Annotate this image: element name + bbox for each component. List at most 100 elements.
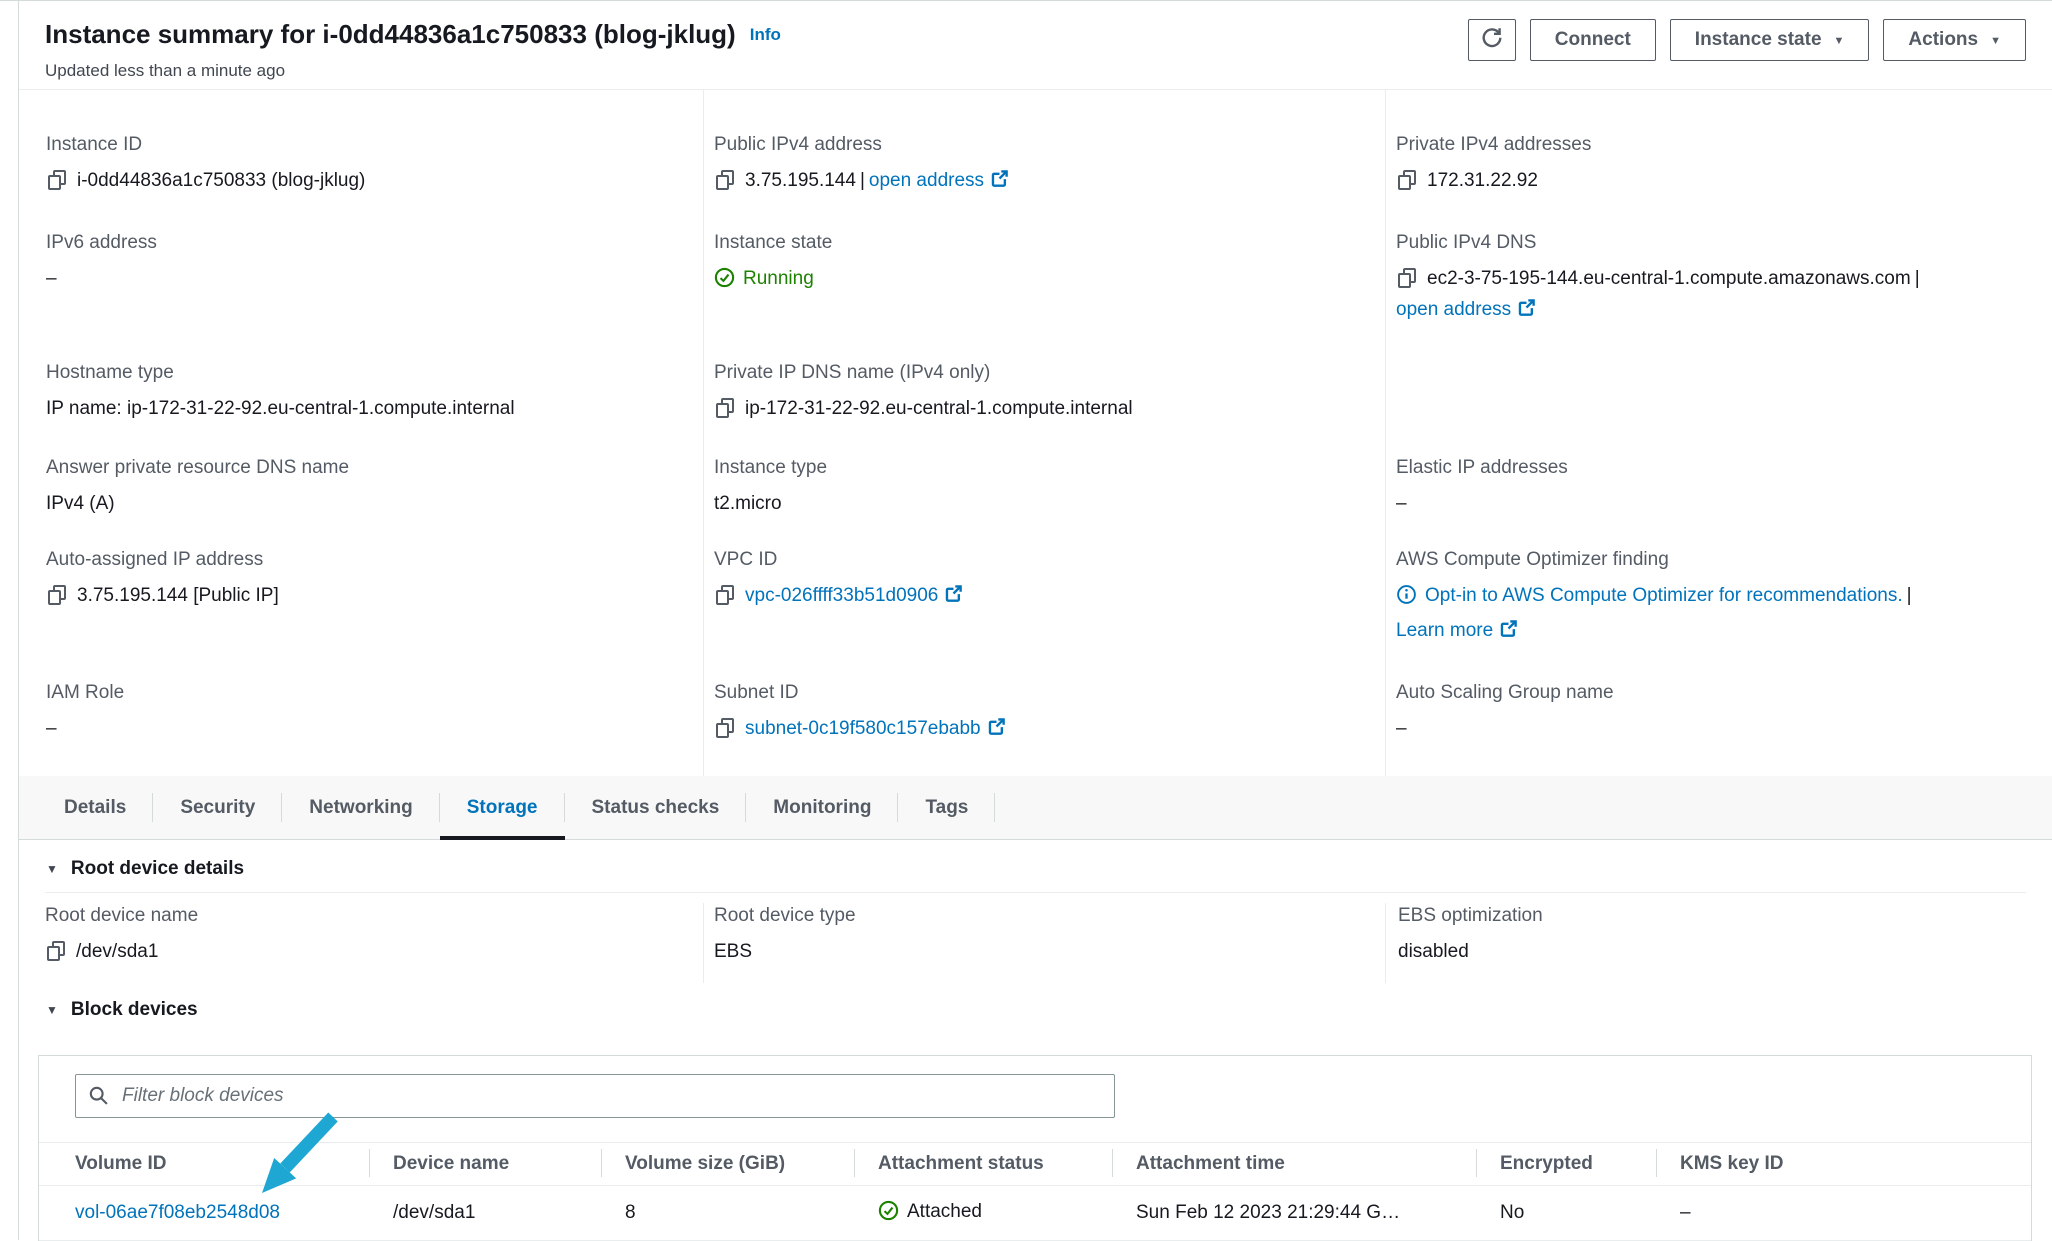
asg-name-value: –	[1396, 713, 2028, 744]
elastic-ip-value: –	[1396, 488, 2028, 519]
block-devices-panel: Volume ID Device name Volume size (GiB) …	[38, 1055, 2032, 1241]
tab-details[interactable]: Details	[45, 776, 153, 839]
attachment-time-cell: Sun Feb 12 2023 21:29:44 G…	[1112, 1202, 1476, 1224]
tab-networking[interactable]: Networking	[282, 776, 439, 839]
search-icon	[88, 1085, 109, 1111]
tab-security[interactable]: Security	[153, 776, 282, 839]
block-devices-header[interactable]: ▼ Block devices	[45, 983, 2026, 1033]
field-private-ipv4: Private IPv4 addresses 172.31.22.92	[1396, 132, 2028, 230]
ipv6-value: –	[46, 263, 679, 294]
private-dns-value: ip-172-31-22-92.eu-central-1.compute.int…	[745, 398, 1133, 419]
field-compute-optimizer: AWS Compute Optimizer finding Opt-in to …	[1396, 547, 2028, 680]
instance-summary-grid: Instance ID i-0dd44836a1c750833 (blog-jk…	[19, 90, 2052, 776]
root-device-details-header[interactable]: ▼ Root device details	[45, 840, 2026, 893]
external-link-icon	[990, 167, 1009, 198]
actions-dropdown[interactable]: Actions▼	[1883, 19, 2026, 61]
field-label: Instance ID	[46, 132, 679, 158]
page-title: Instance summary for i-0dd44836a1c750833…	[45, 17, 781, 55]
instance-tabs: Details Security Networking Storage Stat…	[19, 776, 2052, 840]
field-label: Subnet ID	[714, 680, 1361, 706]
ebs-optimization-value: disabled	[1398, 936, 2026, 967]
field-label: AWS Compute Optimizer finding	[1396, 547, 2028, 573]
field-label: Root device name	[45, 903, 703, 929]
pipe-separator: |	[856, 170, 869, 191]
collapse-triangle-icon: ▼	[46, 862, 58, 876]
copy-icon[interactable]	[714, 397, 735, 418]
field-ebs-optimization: EBS optimization disabled	[1385, 903, 2026, 983]
root-device-name-value: /dev/sda1	[76, 941, 158, 962]
hostname-type-value: IP name: ip-172-31-22-92.eu-central-1.co…	[46, 393, 679, 424]
field-asg-name: Auto Scaling Group name –	[1396, 680, 2028, 776]
public-dns-value: ec2-3-75-195-144.eu-central-1.compute.am…	[1427, 268, 1911, 289]
field-label: Root device type	[714, 903, 1385, 929]
field-label: EBS optimization	[1398, 903, 2026, 929]
field-hostname-type: Hostname type IP name: ip-172-31-22-92.e…	[46, 360, 679, 455]
header-actions: Connect Instance state ▼ Actions▼	[1468, 19, 2026, 61]
attachment-status-value: Attached	[907, 1201, 982, 1222]
caret-down-icon: ▼	[1990, 36, 2001, 47]
vpc-id-link[interactable]: vpc-026ffff33b51d0906	[745, 585, 938, 606]
copy-icon[interactable]	[1396, 267, 1417, 288]
copy-icon[interactable]	[714, 584, 735, 605]
refresh-icon	[1480, 25, 1504, 55]
field-label: Private IPv4 addresses	[1396, 132, 2028, 158]
copy-icon[interactable]	[1396, 169, 1417, 190]
field-elastic-ip: Elastic IP addresses –	[1396, 455, 2028, 547]
copy-icon[interactable]	[45, 940, 66, 961]
field-label: Auto-assigned IP address	[46, 547, 679, 573]
field-private-dns: Private IP DNS name (IPv4 only) ip-172-3…	[714, 360, 1361, 455]
block-devices-table-header: Volume ID Device name Volume size (GiB) …	[39, 1142, 2031, 1186]
info-link[interactable]: Info	[750, 25, 781, 44]
table-row: vol-06ae7f08eb2548d08 /dev/sda1 8 Attach…	[39, 1186, 2031, 1241]
connect-button[interactable]: Connect	[1530, 19, 1656, 61]
field-label: Instance type	[714, 455, 1361, 481]
info-circle-icon	[1396, 584, 1417, 615]
field-label: Answer private resource DNS name	[46, 455, 679, 481]
field-public-dns: Public IPv4 DNS ec2-3-75-195-144.eu-cent…	[1396, 230, 2028, 360]
external-link-icon	[944, 582, 963, 613]
summary-column-2: Public IPv4 address 3.75.195.144|open ad…	[703, 90, 1385, 776]
field-label: IPv6 address	[46, 230, 679, 256]
instance-state-value: Running	[743, 268, 814, 289]
copy-icon[interactable]	[714, 717, 735, 738]
pipe-separator: |	[1903, 585, 1916, 606]
field-answer-dns: Answer private resource DNS name IPv4 (A…	[46, 455, 679, 547]
volume-size-cell: 8	[601, 1202, 854, 1224]
volume-id-link[interactable]: vol-06ae7f08eb2548d08	[75, 1202, 280, 1223]
tab-storage[interactable]: Storage	[440, 776, 565, 839]
open-address-link[interactable]: open address	[869, 170, 984, 191]
root-device-grid: Root device name /dev/sda1 Root device t…	[45, 893, 2026, 983]
external-link-icon	[1517, 296, 1536, 327]
copy-icon[interactable]	[46, 584, 67, 605]
instance-state-dropdown[interactable]: Instance state ▼	[1670, 19, 1870, 61]
refresh-button[interactable]	[1468, 19, 1516, 61]
external-link-icon	[987, 715, 1006, 746]
learn-more-link[interactable]: Learn more	[1396, 620, 1493, 641]
subnet-id-link[interactable]: subnet-0c19f580c157ebabb	[745, 718, 981, 739]
root-device-type-value: EBS	[714, 936, 1385, 967]
field-empty	[1396, 360, 2028, 455]
copy-icon[interactable]	[714, 169, 735, 190]
tab-status-checks[interactable]: Status checks	[565, 776, 747, 839]
caret-down-icon: ▼	[1834, 36, 1845, 47]
instance-state-label: Instance state	[1695, 29, 1822, 51]
tab-monitoring[interactable]: Monitoring	[746, 776, 898, 839]
kms-key-id-cell: –	[1656, 1202, 2031, 1224]
field-instance-state: Instance state Running	[714, 230, 1361, 360]
tab-tags[interactable]: Tags	[898, 776, 995, 839]
column-header-attachment-time: Attachment time	[1112, 1153, 1476, 1175]
field-instance-id: Instance ID i-0dd44836a1c750833 (blog-jk…	[46, 132, 679, 230]
field-label: Public IPv4 DNS	[1396, 230, 2028, 256]
filter-container	[75, 1074, 1115, 1118]
open-address-link[interactable]: open address	[1396, 299, 1511, 320]
filter-block-devices-input[interactable]	[75, 1074, 1115, 1118]
compute-optimizer-opt-in-link[interactable]: Opt-in to AWS Compute Optimizer for reco…	[1425, 585, 1903, 606]
field-instance-type: Instance type t2.micro	[714, 455, 1361, 547]
updated-timestamp: Updated less than a minute ago	[45, 60, 781, 82]
field-public-ipv4: Public IPv4 address 3.75.195.144|open ad…	[714, 132, 1361, 230]
copy-icon[interactable]	[46, 169, 67, 190]
field-label: Hostname type	[46, 360, 679, 386]
field-label: Private IP DNS name (IPv4 only)	[714, 360, 1361, 386]
iam-role-value: –	[46, 713, 679, 744]
field-label: Elastic IP addresses	[1396, 455, 2028, 481]
